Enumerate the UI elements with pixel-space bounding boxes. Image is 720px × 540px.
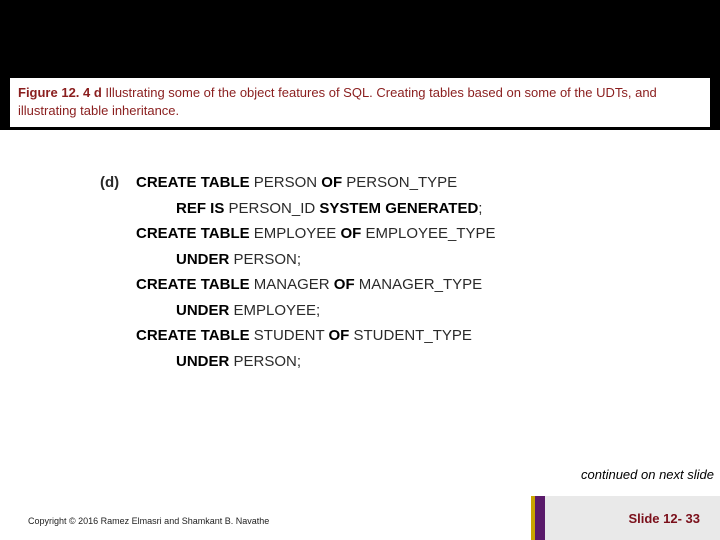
keyword: CREATE TABLE [136,225,254,242]
code-line: CREATE TABLE EMPLOYEE OF EMPLOYEE_TYPE [100,221,660,247]
identifier: STUDENT_TYPE [354,327,472,344]
keyword: SYSTEM GENERATED [319,200,478,217]
identifier: STUDENT [254,327,329,344]
identifier: PERSON; [234,353,302,370]
slide: Figure 12. 4 d Illustrating some of the … [0,0,720,540]
keyword: UNDER [176,302,234,319]
identifier: PERSON_TYPE [346,174,457,191]
identifier: EMPLOYEE [254,225,341,242]
footer: Copyright © 2016 Ramez Elmasri and Shamk… [0,496,720,540]
identifier: EMPLOYEE; [234,302,321,319]
slide-number: Slide 12- 33 [628,511,700,526]
identifier: PERSON_ID [229,200,320,217]
keyword: UNDER [176,353,234,370]
code-block: (d)CREATE TABLE PERSON OF PERSON_TYPEREF… [100,170,660,374]
code-line: UNDER EMPLOYEE; [100,298,660,324]
code-line: (d)CREATE TABLE PERSON OF PERSON_TYPE [100,170,660,196]
identifier: PERSON; [234,251,302,268]
keyword: CREATE TABLE [136,327,254,344]
code-line: REF IS PERSON_ID SYSTEM GENERATED; [100,196,660,222]
code-marker: (d) [100,170,136,196]
keyword: OF [329,327,354,344]
figure-caption: Figure 12. 4 d Illustrating some of the … [10,78,710,127]
code-line: CREATE TABLE STUDENT OF STUDENT_TYPE [100,323,660,349]
figure-label: Figure 12. 4 d [18,85,102,100]
keyword: CREATE TABLE [136,174,254,191]
figure-caption-text: Illustrating some of the object features… [18,85,657,118]
identifier: MANAGER_TYPE [359,276,482,293]
keyword: UNDER [176,251,234,268]
identifier: MANAGER [254,276,334,293]
code-line: UNDER PERSON; [100,247,660,273]
identifier: ; [478,200,482,217]
copyright-text: Copyright © 2016 Ramez Elmasri and Shamk… [28,516,269,526]
code-line: CREATE TABLE MANAGER OF MANAGER_TYPE [100,272,660,298]
keyword: OF [340,225,365,242]
keyword: REF IS [176,200,229,217]
continued-note: continued on next slide [581,467,714,482]
code-line: UNDER PERSON; [100,349,660,375]
keyword: OF [321,174,346,191]
keyword: OF [334,276,359,293]
identifier: EMPLOYEE_TYPE [365,225,495,242]
identifier: PERSON [254,174,322,191]
keyword: CREATE TABLE [136,276,254,293]
